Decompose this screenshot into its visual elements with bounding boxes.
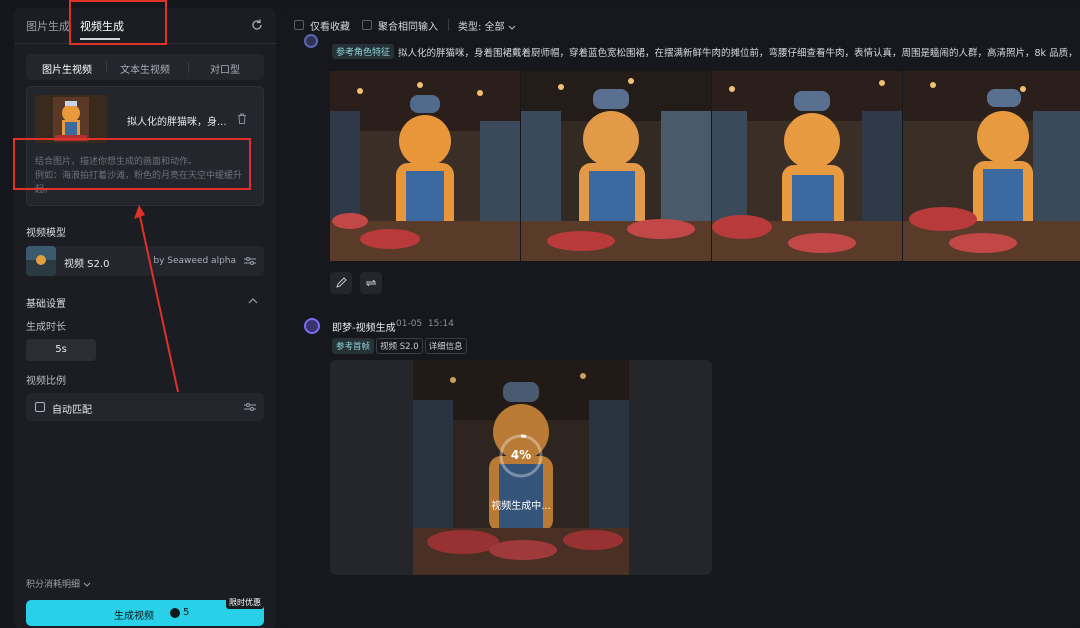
annotation-highlight-tab (69, 0, 167, 45)
duration-label: 生成时长 (26, 322, 66, 333)
trash-icon[interactable] (237, 113, 247, 124)
chevron-down-icon (83, 582, 91, 587)
video-job-title: 即梦-视频生成 (332, 323, 396, 334)
divider (448, 19, 449, 31)
group-checkbox[interactable] (362, 20, 372, 30)
generated-image[interactable] (903, 71, 1080, 261)
generation-progress: 4% (510, 448, 532, 462)
prompt-preview[interactable]: 拟人化的胖猫咪，身... (127, 113, 227, 128)
generate-label: 生成视频 (114, 611, 154, 622)
job-avatar (304, 34, 318, 48)
model-section-label: 视频模型 (26, 228, 66, 239)
generate-video-button[interactable]: 生成视频 5 限时优惠 (26, 596, 264, 626)
reference-tag[interactable]: 参考角色特征 (332, 44, 395, 59)
tab-image-generation[interactable]: 图片生成 (26, 18, 70, 34)
divider (188, 62, 189, 73)
first-frame-tag[interactable]: 参考首帧 (332, 338, 375, 354)
edit-button[interactable] (330, 272, 352, 294)
reference-image-thumbnail[interactable] (35, 95, 107, 143)
prompt-text: 拟人化的胖猫咪，身着围裙戴着厨师帽，穿着蓝色宽松围裙，在摆满新鲜牛肉的摊位前，弯… (398, 47, 1078, 59)
chevron-up-icon[interactable] (248, 298, 258, 304)
group-label[interactable]: 聚合相同输入 (378, 18, 438, 33)
annotation-arrow (134, 205, 179, 393)
divider (106, 62, 107, 73)
refresh-icon[interactable] (250, 18, 264, 32)
results-feed: 仅看收藏 聚合相同输入 类型: 全部 参考角色特征 拟人化的胖猫咪，身着围裙戴着厨… (282, 8, 1080, 628)
generated-image[interactable] (330, 71, 520, 261)
type-filter[interactable]: 类型: 全部 (458, 18, 516, 33)
favorites-checkbox[interactable] (294, 20, 304, 30)
sliders-icon[interactable] (244, 256, 256, 266)
model-name: 视频 S2.0 (64, 259, 110, 270)
points-detail-link[interactable]: 积分消耗明细 (26, 577, 91, 590)
credit-cost: 5 (183, 607, 190, 618)
ratio-label: 视频比例 (26, 376, 66, 387)
chevron-down-icon (508, 25, 516, 30)
generation-status: 视频生成中... (491, 501, 551, 512)
aspect-ratio-icon (35, 402, 45, 412)
details-link[interactable]: 详细信息 (424, 338, 467, 354)
regenerate-button[interactable] (360, 272, 382, 294)
filter-bar: 仅看收藏 聚合相同输入 类型: 全部 (282, 8, 1080, 42)
duration-button[interactable]: 5s (26, 339, 96, 361)
repeat-icon (365, 279, 377, 287)
video-frame-image: 4% 视频生成中... (413, 360, 629, 575)
credit-icon (170, 608, 180, 618)
option-lip-sync[interactable]: 对口型 (210, 61, 240, 76)
generated-image[interactable] (521, 71, 711, 261)
sliders-icon[interactable] (244, 402, 256, 412)
promo-badge: 限时优惠 (226, 596, 264, 609)
generated-images (330, 71, 1080, 261)
option-text-to-video[interactable]: 文本生视频 (120, 61, 170, 76)
video-job-avatar (304, 318, 320, 334)
model-thumbnail (26, 246, 56, 276)
favorites-label[interactable]: 仅看收藏 (310, 18, 350, 33)
video-source-selector: 图片生视频 文本生视频 对口型 (26, 54, 264, 80)
ratio-value: 自动匹配 (52, 405, 92, 416)
generated-image[interactable] (712, 71, 902, 261)
video-job-tags: 参考首帧 视频 S2.0 详细信息 (332, 338, 469, 354)
image-job-prompt: 参考角色特征 拟人化的胖猫咪，身着围裙戴着厨师帽，穿着蓝色宽松围裙，在摆满新鲜牛肉… (332, 44, 1080, 60)
model-tag: 视频 S2.0 (376, 338, 423, 354)
video-job-timestamp: 01-05 15:14 (396, 319, 454, 329)
basic-settings-label: 基础设置 (26, 299, 66, 310)
pencil-icon (336, 277, 347, 288)
annotation-highlight-prompt (13, 138, 251, 190)
video-preview[interactable]: 4% 视频生成中... (330, 360, 712, 575)
option-image-to-video[interactable]: 图片生视频 (42, 61, 92, 76)
